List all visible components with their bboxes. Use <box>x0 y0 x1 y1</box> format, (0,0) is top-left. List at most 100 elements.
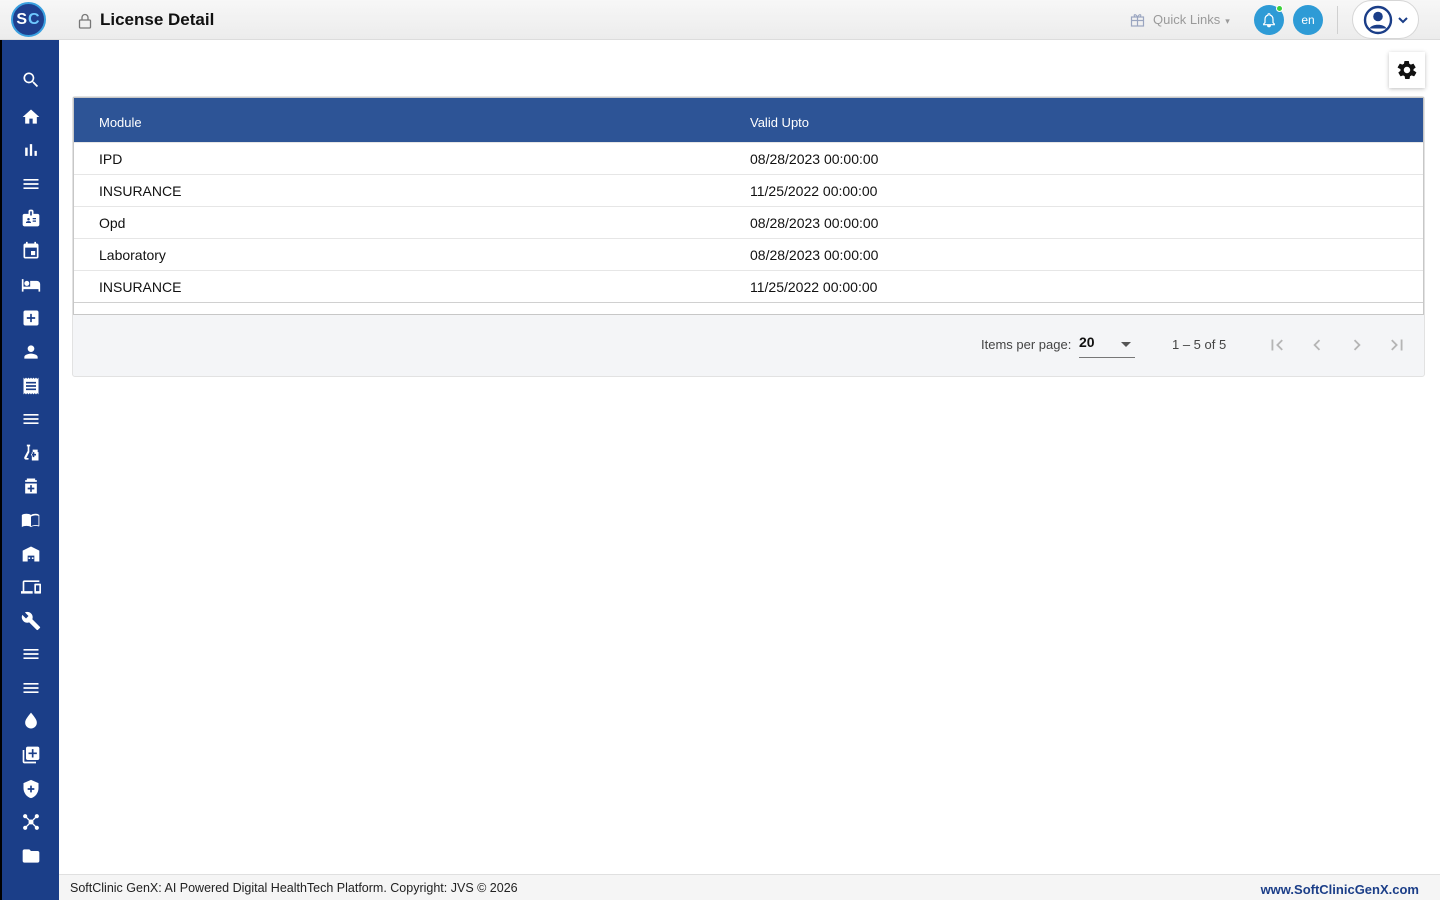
cell-module: Opd <box>99 215 126 231</box>
book-icon <box>21 513 39 528</box>
medicine-icon <box>24 478 37 494</box>
footer-copyright: SoftClinic GenX: AI Powered Digital Heal… <box>70 881 518 895</box>
chevron-left-icon <box>1313 339 1321 351</box>
dropdown-arrow-icon <box>1121 342 1131 347</box>
previous-page-button[interactable] <box>1301 329 1333 361</box>
sidebar-item-laboratory[interactable] <box>2 438 59 468</box>
table-row[interactable]: Laboratory 08/28/2023 00:00:00 <box>74 238 1423 270</box>
table-header: Module Valid Upto <box>74 98 1423 142</box>
sidebar-item-menu-4[interactable] <box>2 673 59 703</box>
footer: SoftClinic GenX: AI Powered Digital Heal… <box>59 874 1440 900</box>
sidebar-item-files[interactable] <box>2 841 59 871</box>
search-icon <box>22 72 38 88</box>
menu-icon <box>23 649 38 659</box>
sidebar-item-menu-1[interactable] <box>2 169 59 199</box>
app-logo[interactable]: SC <box>11 2 46 37</box>
cell-module: INSURANCE <box>99 279 182 295</box>
top-header: SC License Detail Quick Links ▾ en <box>0 0 1440 40</box>
items-per-page-label: Items per page: <box>981 337 1072 352</box>
sidebar-item-appointments[interactable] <box>2 236 59 266</box>
settings-button[interactable] <box>1389 52 1425 88</box>
cell-valid-upto: 08/28/2023 00:00:00 <box>750 247 879 263</box>
sidebar-item-reports[interactable] <box>2 135 59 165</box>
receipt-icon <box>23 377 38 395</box>
table-row[interactable]: INSURANCE 11/25/2022 00:00:00 <box>74 270 1423 302</box>
badge-icon <box>22 209 39 227</box>
wrench-icon <box>21 611 40 631</box>
column-header-valid-upto[interactable]: Valid Upto <box>750 115 809 130</box>
table-row[interactable]: Opd 08/28/2023 00:00:00 <box>74 206 1423 238</box>
cell-valid-upto: 08/28/2023 00:00:00 <box>750 215 879 231</box>
medical-plus-icon <box>23 310 38 326</box>
license-table: Module Valid Upto IPD 08/28/2023 00:00:0… <box>73 97 1424 315</box>
chevron-down-icon: ▾ <box>1225 15 1230 26</box>
shield-plus-icon <box>23 779 38 799</box>
quick-links-button[interactable]: Quick Links ▾ <box>1130 9 1230 29</box>
notifications-button[interactable] <box>1254 5 1284 35</box>
sidebar-item-staff[interactable] <box>2 203 59 233</box>
chevron-down-icon <box>1398 16 1408 23</box>
add-library-icon <box>22 746 39 764</box>
next-page-button[interactable] <box>1341 329 1373 361</box>
quick-links-label: Quick Links <box>1153 11 1221 27</box>
header-divider <box>1337 6 1338 34</box>
column-header-module[interactable]: Module <box>99 115 142 130</box>
blood-drop-icon <box>24 712 37 729</box>
sidebar-item-menu-3[interactable] <box>2 639 59 669</box>
items-per-page-value: 20 <box>1079 334 1095 350</box>
table-row[interactable]: INSURANCE 11/25/2022 00:00:00 <box>74 174 1423 206</box>
store-icon <box>22 546 39 562</box>
sidebar-item-blood-bank[interactable] <box>2 706 59 736</box>
sidebar-item-patients[interactable] <box>2 337 59 367</box>
lock-icon <box>78 13 92 29</box>
home-icon <box>22 109 39 124</box>
page-title: License Detail <box>100 10 215 29</box>
cell-module: Laboratory <box>99 247 166 263</box>
sidebar-item-library[interactable] <box>2 505 59 535</box>
cell-module: INSURANCE <box>99 183 182 199</box>
menu-icon <box>23 683 38 693</box>
lab-icon <box>23 444 38 461</box>
gear-icon <box>1397 61 1417 79</box>
sidebar-item-store[interactable] <box>2 539 59 569</box>
cell-valid-upto: 11/25/2022 00:00:00 <box>750 183 878 199</box>
bell-icon <box>1263 13 1275 28</box>
first-page-icon <box>1271 339 1283 351</box>
page-range-label: 1 – 5 of 5 <box>1172 337 1227 352</box>
sidebar-item-devices[interactable] <box>2 572 59 602</box>
cell-valid-upto: 11/25/2022 00:00:00 <box>750 279 878 295</box>
sidebar-item-ipd[interactable] <box>2 270 59 300</box>
sidebar-item-clinical[interactable] <box>2 303 59 333</box>
notification-indicator <box>1276 5 1283 12</box>
bed-icon <box>21 279 40 292</box>
language-button[interactable]: en <box>1293 5 1323 35</box>
sidebar-item-tools[interactable] <box>2 606 59 636</box>
network-icon <box>22 814 39 830</box>
footer-website-link[interactable]: www.SoftClinicGenX.com <box>1261 882 1419 897</box>
table-row[interactable]: IPD 08/28/2023 00:00:00 <box>74 142 1423 174</box>
first-page-button[interactable] <box>1261 329 1293 361</box>
sidebar-item-integration[interactable] <box>2 807 59 837</box>
devices-icon <box>20 580 41 594</box>
sidebar-item-pharmacy[interactable] <box>2 471 59 501</box>
chevron-right-icon <box>1353 339 1361 351</box>
gift-icon <box>1130 13 1145 27</box>
items-per-page-select[interactable]: 20 <box>1079 330 1135 358</box>
avatar-icon <box>1363 5 1393 34</box>
folder-icon <box>22 849 39 863</box>
sidebar-item-insurance[interactable] <box>2 774 59 804</box>
sidebar-item-add-library[interactable] <box>2 740 59 770</box>
cell-valid-upto: 08/28/2023 00:00:00 <box>750 151 879 167</box>
table-scroll-area <box>74 302 1423 314</box>
person-icon <box>23 345 38 359</box>
last-page-button[interactable] <box>1381 329 1413 361</box>
bar-chart-icon <box>24 144 37 156</box>
sidebar-item-billing[interactable] <box>2 371 59 401</box>
sidebar-item-home[interactable] <box>2 102 59 132</box>
calendar-icon <box>23 241 38 259</box>
menu-icon <box>23 414 38 424</box>
user-profile-menu[interactable] <box>1352 0 1419 39</box>
paginator: Items per page: 20 1 – 5 of 5 <box>73 314 1424 376</box>
sidebar-item-menu-2[interactable] <box>2 404 59 434</box>
sidebar-item-search[interactable] <box>2 65 59 95</box>
